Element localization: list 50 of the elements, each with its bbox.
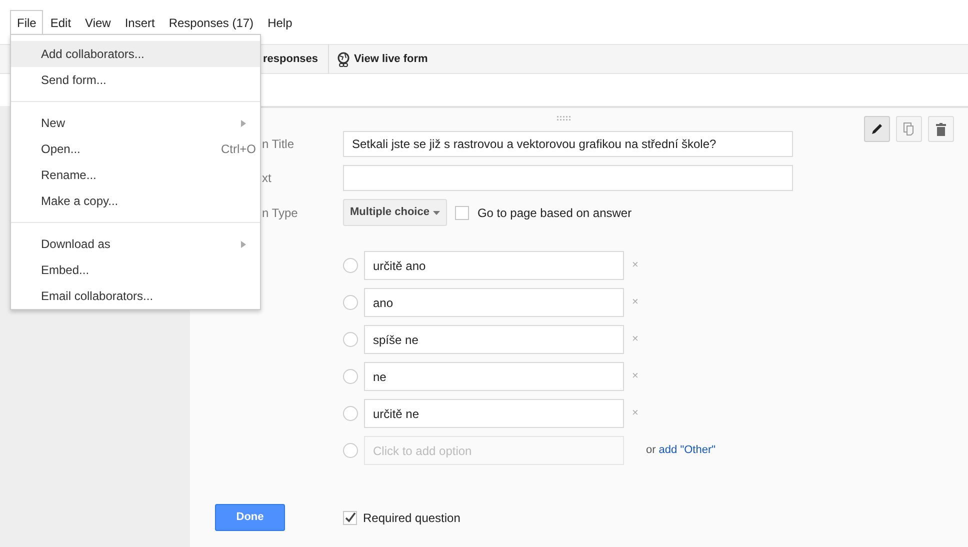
add-other-link[interactable]: add "Other" [658, 442, 716, 459]
menu-item[interactable]: Make a copy... [11, 188, 260, 214]
field-label: n Type [262, 204, 299, 222]
delete-button[interactable] [928, 116, 954, 142]
option-field[interactable]: určitě ne [364, 399, 624, 428]
menu-item[interactable]: View [78, 10, 118, 36]
edit-button[interactable] [864, 116, 890, 142]
trash-icon [936, 122, 946, 136]
copy-icon [903, 122, 915, 136]
add-option-field[interactable]: Click to add option [364, 436, 624, 465]
toolbar-button[interactable]: responses [263, 44, 330, 74]
drag-handle-icon [557, 116, 571, 122]
menu-item[interactable]: Edit [43, 10, 78, 36]
submenu-arrow-icon [241, 120, 246, 126]
option-field[interactable]: ano [364, 288, 624, 317]
menu-item[interactable]: Embed... [11, 257, 260, 283]
checkbox-label: Go to page based on answer [477, 204, 632, 222]
menu-item[interactable]: Add collaborators... [11, 41, 260, 67]
field-label: n Title [262, 136, 296, 153]
pencil-icon [871, 123, 883, 135]
menu-item[interactable]: New [11, 110, 260, 136]
option-field[interactable]: spíše ne [364, 325, 624, 354]
radio-button[interactable] [343, 258, 358, 273]
menu-item[interactable]: Email collaborators... [11, 283, 260, 309]
checkbox[interactable] [455, 206, 470, 220]
or-text: or [646, 443, 656, 458]
checkbox[interactable] [343, 510, 357, 524]
menu-item[interactable]: Open... Ctrl+O [11, 136, 260, 162]
menu-item[interactable]: Insert [118, 10, 162, 36]
checkbox-label: Required question [363, 510, 460, 526]
radio-button[interactable] [343, 406, 358, 421]
question-type-dropdown[interactable]: Multiple choice [343, 199, 448, 226]
option-field[interactable]: určitě ano [364, 251, 624, 280]
radio-button[interactable] [343, 369, 358, 384]
duplicate-button[interactable] [896, 116, 922, 142]
menu-item[interactable]: Download as [11, 231, 260, 257]
field-label: xt [262, 170, 272, 187]
help-text-field[interactable] [343, 165, 793, 191]
view-live-form-button[interactable]: View live form [337, 50, 428, 68]
radio-button[interactable] [343, 332, 358, 347]
menu-item[interactable]: Responses (17) [162, 10, 261, 36]
radio-button[interactable] [343, 295, 358, 310]
caret-icon [433, 210, 440, 214]
menu-item[interactable]: Send form... [11, 67, 260, 93]
menu-item[interactable]: Rename... [11, 162, 260, 188]
menu-item[interactable]: Help [260, 10, 300, 36]
menu-item[interactable]: File [10, 10, 44, 36]
title-field[interactable]: Setkali jste se již s rastrovou a vektorovou grafikou na střední škole? [343, 131, 793, 157]
option-field[interactable]: ne [364, 362, 624, 391]
submenu-arrow-icon [241, 240, 246, 248]
